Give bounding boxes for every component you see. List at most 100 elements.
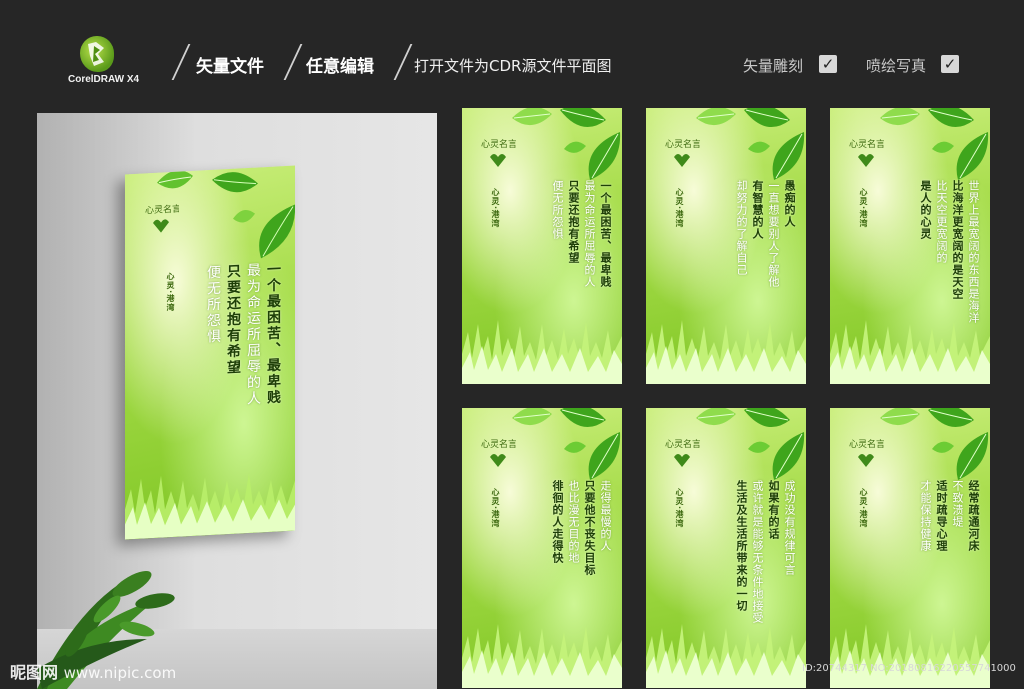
poster-brand: 心灵·港湾 <box>675 488 684 529</box>
leaf-icon <box>956 132 989 180</box>
leaf-icon <box>880 408 920 425</box>
leaf-icon <box>564 441 586 453</box>
poster-logo-text: 心灵名言 <box>849 438 884 450</box>
poster-card: 心灵名言 心灵·港湾 成功没有规律可言 如果有的话 或许就是能够无条件地接受 生活及生… <box>646 408 806 688</box>
poster-line: 是人的心灵 <box>919 180 932 240</box>
poster-card: 心灵名言 心灵·港湾 愚痴的人 一直想要别人了解他 有智慧的人 却努力的了解自己 <box>646 108 806 384</box>
watermark: 昵图网 www.nipic.com <box>10 659 176 683</box>
poster-line: 如果有的话 <box>767 480 780 540</box>
leaf-icon <box>512 408 552 425</box>
leaf-icon <box>233 209 255 223</box>
poster-logo-text: 心灵名言 <box>665 138 700 150</box>
leaf-icon <box>772 432 805 480</box>
poster-logo-icon: 心灵名言 <box>849 138 884 167</box>
poster-line: 经常疏通河床 <box>967 480 980 552</box>
leaf-icon <box>259 204 295 259</box>
poster-logo-icon: 心灵名言 <box>145 203 179 233</box>
poster-line: 比海洋更宽阔的是天空 <box>951 180 964 300</box>
header: CorelDRAW X4 矢量文件 任意编辑 打开文件为CDR源文件平面图 矢量… <box>0 0 1024 100</box>
poster-line: 愚痴的人 <box>783 180 796 228</box>
header-item-vector-file: 矢量文件 <box>196 57 264 77</box>
poster-line: 一个最困苦、最卑贱 <box>599 180 612 288</box>
divider-slash <box>393 44 413 80</box>
leaf-icon <box>932 141 954 153</box>
grass-icon <box>830 320 990 384</box>
poster-line: 走得最慢的人 <box>599 480 612 552</box>
poster-brand: 心灵·港湾 <box>859 188 868 229</box>
poster-logo-text: 心灵名言 <box>665 438 700 450</box>
coreldraw-logo: CorelDRAW X4 <box>68 36 158 94</box>
leaf-icon <box>512 108 552 125</box>
poster-line: 生活及生活所带来的一切 <box>735 480 748 612</box>
poster-brand: 心灵·港湾 <box>675 188 684 229</box>
poster-logo-icon: 心灵名言 <box>481 438 516 467</box>
poster-line: 或许就是能够无条件地接受 <box>751 480 764 624</box>
poster-line: 最为命运所屈辱的人 <box>583 180 596 288</box>
leaf-icon <box>588 132 621 180</box>
image-id: ID:20744317 NO:20180816220557741000 <box>802 663 1016 674</box>
poster-line: 一直想要别人了解他 <box>767 180 780 288</box>
poster-line: 便无所怨惧 <box>205 264 221 346</box>
leaf-icon <box>748 141 770 153</box>
leaf-icon <box>956 432 989 480</box>
leaf-icon <box>696 408 736 425</box>
poster-logo-icon: 心灵名言 <box>665 138 700 167</box>
logo-text: CorelDRAW X4 <box>68 74 140 85</box>
poster-line: 最为命运所屈辱的人 <box>245 262 261 408</box>
leaf-icon <box>588 432 621 480</box>
poster-logo-icon: 心灵名言 <box>665 438 700 467</box>
grass-icon <box>462 320 622 384</box>
poster-text: 一个最困苦、最卑贱 最为命运所屈辱的人 只要还抱有希望 便无所怨惧 <box>551 180 612 288</box>
poster-logo-text: 心灵名言 <box>849 138 884 150</box>
header-item-cdr-info: 打开文件为CDR源文件平面图 <box>414 57 612 75</box>
poster-line: 成功没有规律可言 <box>783 480 796 576</box>
poster-brand: 心灵·港湾 <box>166 271 175 313</box>
poster-line: 有智慧的人 <box>751 180 764 240</box>
poster-mockup: 心灵名言 心灵·港湾 一个最困苦、最卑贱 最为命运所屈辱的人 只要还抱有希望 便… <box>125 165 295 540</box>
leaf-icon <box>564 141 586 153</box>
check-label-engraving: 矢量雕刻 <box>743 57 804 75</box>
poster-card: 心灵名言 心灵·港湾 一个最困苦、最卑贱 最为命运所屈辱的人 只要还抱有希望 便无所怨… <box>462 108 622 384</box>
divider-slash <box>171 44 191 80</box>
poster-logo-text: 心灵名言 <box>481 438 516 450</box>
grass-icon <box>646 320 806 384</box>
poster-text: 走得最慢的人 只要他不丧失目标 也比漫无目的地 徘徊的人走得快 <box>551 480 612 576</box>
poster-line: 只要还抱有希望 <box>225 263 241 377</box>
grass-icon <box>125 472 295 540</box>
poster-line: 只要他不丧失目标 <box>583 480 596 576</box>
poster-logo-text: 心灵名言 <box>145 203 179 217</box>
poster-text: 一个最困苦、最卑贱 最为命运所屈辱的人 只要还抱有希望 便无所怨惧 <box>205 261 281 409</box>
grass-icon <box>462 624 622 688</box>
checkbox-printing[interactable]: ✓ <box>941 55 959 73</box>
watermark-site: 昵图网 <box>10 663 59 682</box>
leaf-icon <box>748 441 770 453</box>
poster-text: 世界上最宽阔的东西是海洋 比海洋更宽阔的是天空 比天空更宽阔的 是人的心灵 <box>919 180 980 324</box>
poster-card: 心灵名言 心灵·港湾 走得最慢的人 只要他不丧失目标 也比漫无目的地 徘徊的人走得快 <box>462 408 622 688</box>
grass-icon <box>830 624 990 688</box>
poster-line: 适时疏导心理 <box>935 480 948 552</box>
poster-text: 经常疏通河床 不致溃堤 适时疏导心理 才能保持健康 <box>919 480 980 552</box>
poster-line: 不致溃堤 <box>951 480 964 528</box>
poster-brand: 心灵·港湾 <box>491 488 500 529</box>
poster-line: 一个最困苦、最卑贱 <box>265 261 281 407</box>
leaf-icon <box>932 441 954 453</box>
poster-line: 比天空更宽阔的 <box>935 180 948 264</box>
leaf-icon <box>696 108 736 125</box>
poster-text: 成功没有规律可言 如果有的话 或许就是能够无条件地接受 生活及生活所带来的一切 <box>735 480 796 624</box>
poster-text: 愚痴的人 一直想要别人了解他 有智慧的人 却努力的了解自己 <box>735 180 796 288</box>
coreldraw-balloon-icon <box>80 36 114 72</box>
poster-line: 也比漫无目的地 <box>567 480 580 564</box>
poster-line: 世界上最宽阔的东西是海洋 <box>967 180 980 324</box>
leaf-icon <box>212 172 258 193</box>
poster-brand: 心灵·港湾 <box>491 188 500 229</box>
check-label-printing: 喷绘写真 <box>866 57 927 75</box>
poster-card: 心灵名言 心灵·港湾 经常疏通河床 不致溃堤 适时疏导心理 才能保持健康 <box>830 408 990 688</box>
watermark-url: www.nipic.com <box>63 664 177 682</box>
poster-line: 徘徊的人走得快 <box>551 480 564 564</box>
leaf-icon <box>880 108 920 125</box>
poster-card: 心灵名言 心灵·港湾 世界上最宽阔的东西是海洋 比海洋更宽阔的是天空 比天空更宽阔的… <box>830 108 990 384</box>
leaf-icon <box>772 132 805 180</box>
poster-logo-text: 心灵名言 <box>481 138 516 150</box>
checkbox-engraving[interactable]: ✓ <box>819 55 837 73</box>
poster-line: 便无所怨惧 <box>551 180 564 240</box>
